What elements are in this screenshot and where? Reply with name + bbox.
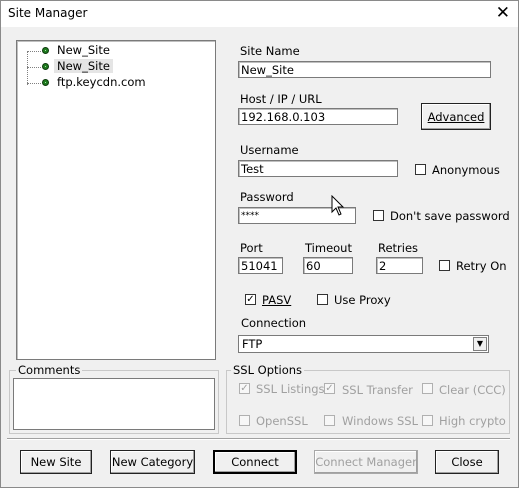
tree-connector-line — [27, 51, 28, 85]
ssl-options-label: SSL Options — [231, 363, 305, 377]
comments-textarea[interactable] — [13, 378, 215, 430]
mouse-cursor-icon — [331, 195, 345, 216]
dont-save-password-label: Don't save password — [390, 209, 510, 223]
tree-item-site[interactable]: ftp.keycdn.com — [57, 75, 146, 89]
anonymous-checkbox[interactable] — [415, 164, 426, 175]
clear-ccc-checkbox — [422, 383, 433, 394]
chevron-down-icon[interactable]: ▼ — [473, 337, 487, 351]
separator — [7, 438, 510, 440]
password-label: Password — [240, 190, 294, 204]
use-proxy-checkbox[interactable] — [317, 294, 328, 305]
new-category-button[interactable]: New Category — [110, 450, 195, 474]
tree-connector — [27, 51, 41, 52]
timeout-label: Timeout — [305, 241, 352, 255]
retry-on-label: Retry On — [456, 259, 507, 273]
site-name-label: Site Name — [240, 44, 300, 58]
site-node-icon — [42, 63, 49, 70]
connect-button[interactable]: Connect — [213, 450, 297, 474]
window-title: Site Manager — [8, 6, 88, 20]
site-tree[interactable]: New_Site New_Site ftp.keycdn.com — [16, 40, 216, 360]
high-crypto-checkbox — [422, 415, 433, 426]
retry-on-label-text: Retry On — [456, 259, 507, 273]
connection-select-value: FTP — [242, 337, 263, 351]
clear-ccc-label: Clear (CCC) — [439, 383, 506, 397]
new-category-button-label: New Category — [111, 455, 194, 469]
connection-select[interactable]: FTP ▼ — [238, 335, 489, 353]
site-node-icon — [42, 79, 49, 86]
connect-button-label: Connect — [231, 455, 279, 469]
tree-connector — [27, 67, 41, 68]
connect-manager-button: Connect Manager — [314, 450, 418, 474]
tree-item-site[interactable]: New_Site — [57, 43, 110, 57]
site-node-icon — [42, 47, 49, 54]
port-label: Port — [240, 241, 263, 255]
ssl-transfer-label: SSL Transfer — [342, 383, 413, 397]
new-site-button[interactable]: New Site — [20, 450, 92, 474]
use-proxy-label: Use Proxy — [334, 293, 391, 307]
ssl-listings-checkbox: ✓ — [239, 383, 250, 394]
anonymous-label: Anonymous — [432, 163, 500, 177]
comments-label: Comments — [16, 363, 83, 377]
new-site-button-label: New Site — [30, 455, 82, 469]
openssl-checkbox — [239, 415, 250, 426]
retries-label: Retries — [378, 241, 419, 255]
ssl-transfer-checkbox: ✓ — [324, 383, 335, 394]
host-field[interactable]: 192.168.0.103 — [238, 108, 398, 125]
pasv-checkbox[interactable]: ✓ — [245, 294, 256, 305]
title-bar: Site Manager ✕ — [1, 1, 518, 27]
connection-label: Connection — [241, 316, 307, 330]
username-label: Username — [240, 143, 299, 157]
close-icon[interactable]: ✕ — [496, 3, 510, 23]
connect-manager-button-label: Connect Manager — [315, 455, 417, 469]
tree-connector — [27, 83, 41, 84]
advanced-button[interactable]: Advanced — [421, 103, 491, 130]
port-field[interactable]: 51041 — [238, 257, 283, 274]
retries-field[interactable]: 2 — [376, 257, 423, 274]
retry-on-checkbox[interactable] — [439, 260, 450, 271]
pasv-label: PASV — [262, 293, 292, 307]
windows-ssl-checkbox — [324, 415, 335, 426]
high-crypto-label: High crypto — [439, 414, 506, 428]
close-button[interactable]: Close — [435, 450, 499, 474]
host-label: Host / IP / URL — [240, 92, 322, 106]
close-button-label: Close — [451, 455, 483, 469]
tree-item-site-selected[interactable]: New_Site — [54, 59, 113, 73]
advanced-button-label: Advanced — [427, 109, 485, 124]
windows-ssl-label: Windows SSL — [342, 414, 418, 428]
site-manager-window: Site Manager ✕ New_Site New_Site ftp.key… — [0, 0, 519, 488]
site-name-field[interactable]: New_Site — [238, 61, 491, 78]
dont-save-password-checkbox[interactable] — [373, 210, 384, 221]
ssl-listings-label: SSL Listings — [256, 382, 325, 396]
openssl-label: OpenSSL — [256, 414, 308, 428]
timeout-field[interactable]: 60 — [303, 257, 353, 274]
username-field[interactable]: Test — [238, 160, 398, 177]
